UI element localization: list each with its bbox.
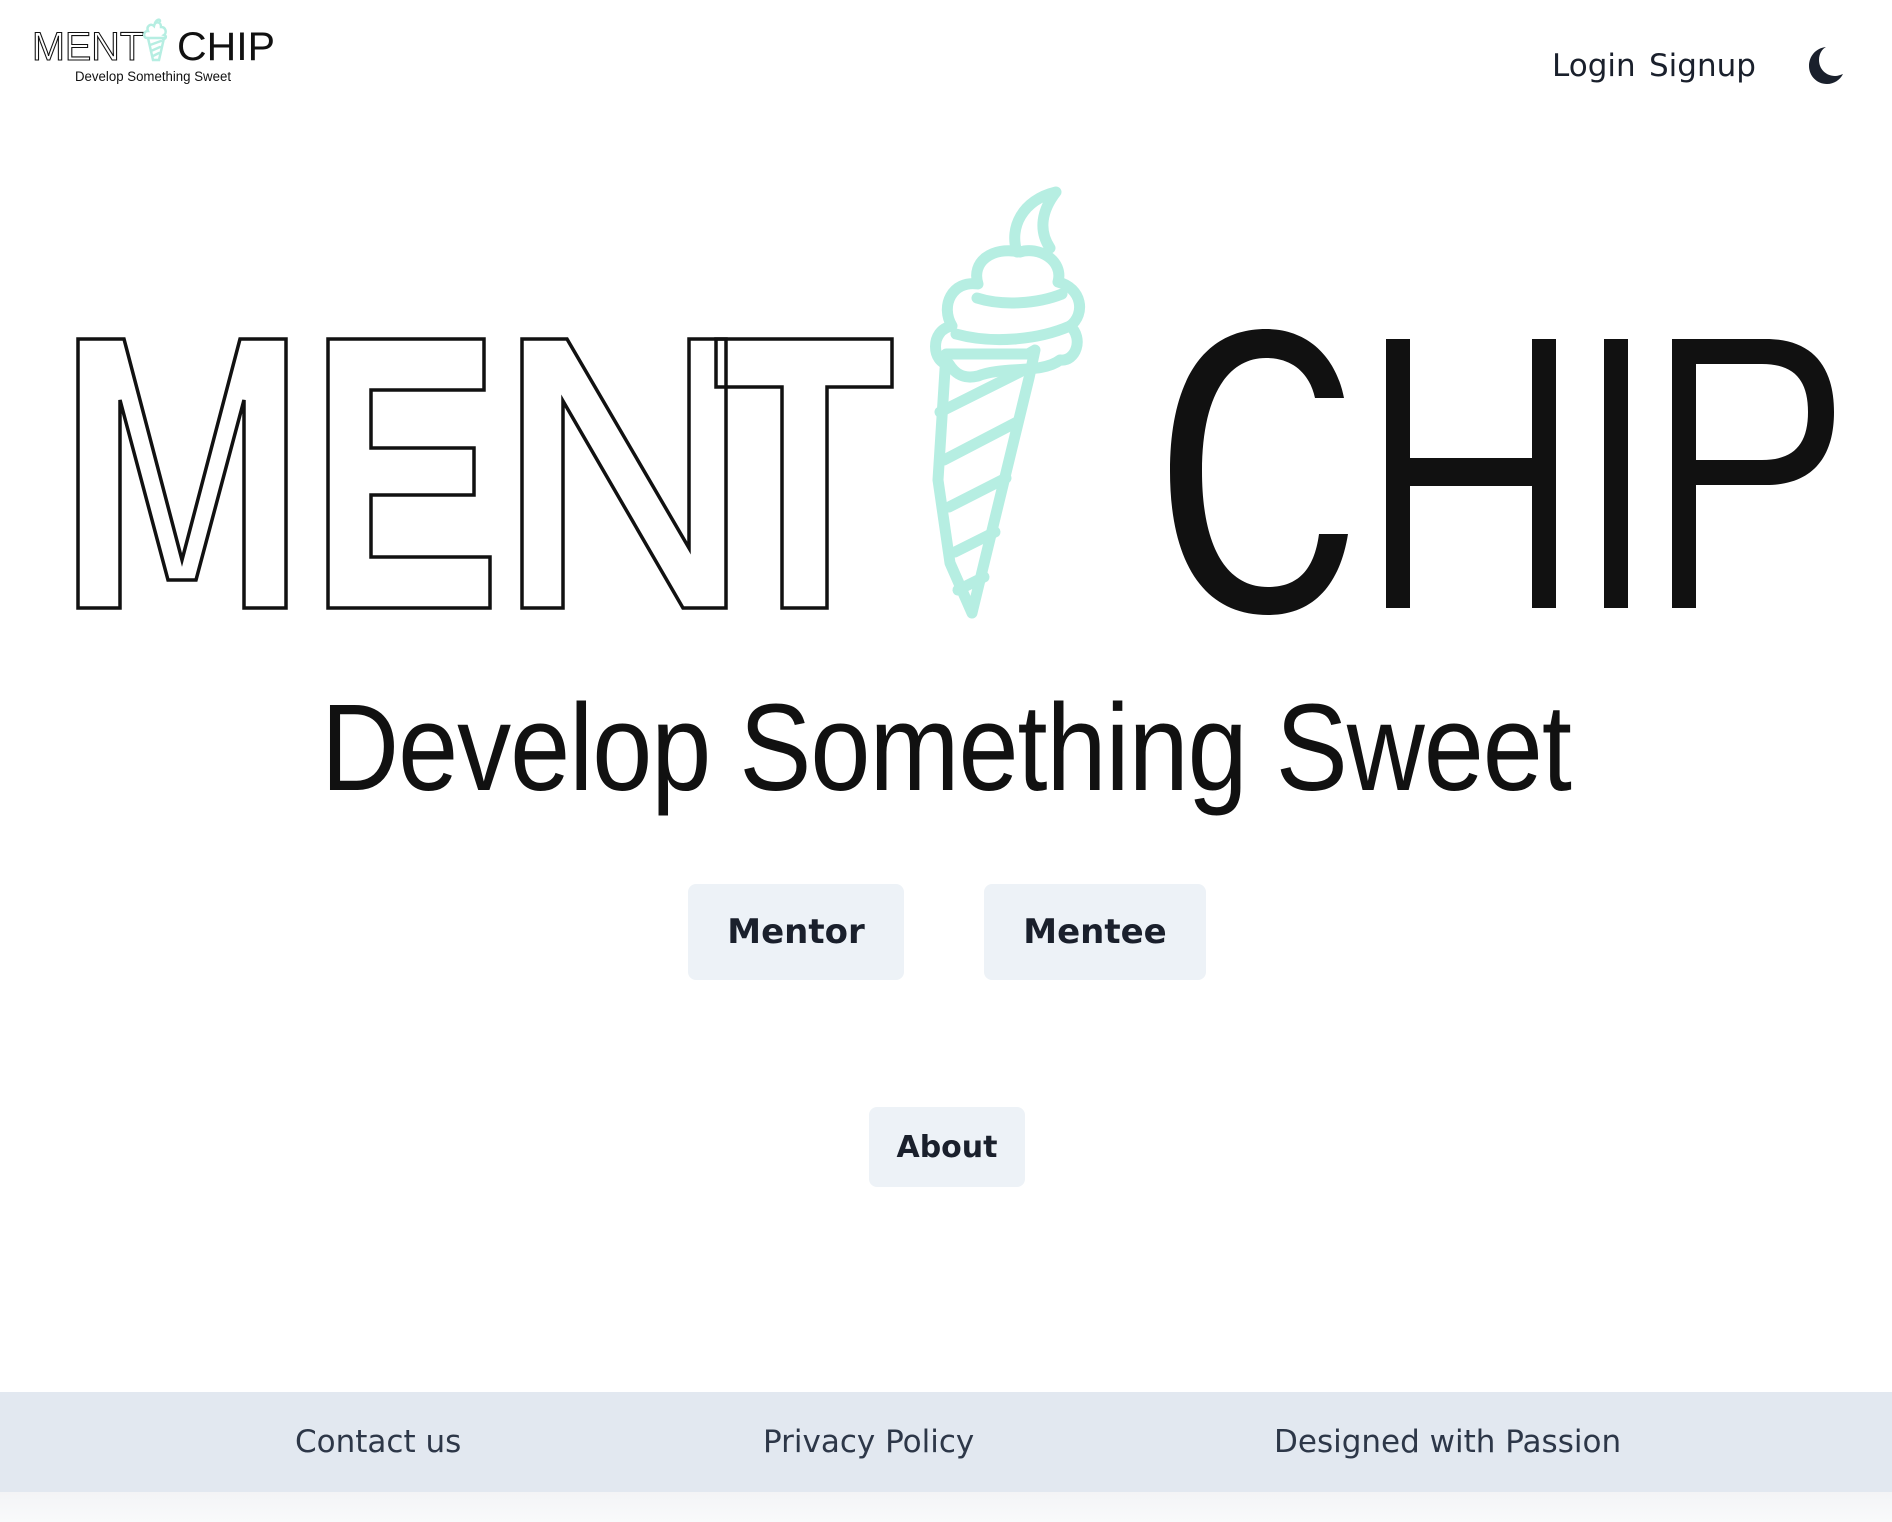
hero-tagline: Develop Something Sweet bbox=[321, 678, 1572, 817]
site-footer: Contact us Privacy Policy Designed with … bbox=[0, 1392, 1892, 1492]
theme-toggle-button[interactable] bbox=[1800, 41, 1848, 89]
signup-link[interactable]: Signup bbox=[1649, 44, 1756, 88]
login-link[interactable]: Login bbox=[1552, 44, 1636, 88]
contact-us-link[interactable]: Contact us bbox=[295, 1392, 461, 1492]
header-logo-icecream-icon bbox=[142, 18, 168, 62]
header-logo-ment: MENT bbox=[32, 25, 144, 69]
page-bottom-strip bbox=[0, 1492, 1892, 1522]
mentee-button[interactable]: Mentee bbox=[984, 884, 1206, 980]
privacy-policy-link[interactable]: Privacy Policy bbox=[763, 1392, 974, 1492]
hero-logo-icecream-icon bbox=[930, 186, 1085, 619]
about-button[interactable]: About bbox=[869, 1107, 1025, 1187]
header-logo[interactable]: MENT CHIP Develop Something Sweet bbox=[30, 18, 280, 93]
hero-logo-chip-solid bbox=[1170, 329, 1834, 615]
mentor-button[interactable]: Mentor bbox=[688, 884, 904, 980]
designed-with-passion-text: Designed with Passion bbox=[1274, 1424, 1622, 1460]
site-header: MENT CHIP Develop Something Sweet Login … bbox=[0, 0, 1892, 130]
header-logo-tagline: Develop Something Sweet bbox=[75, 69, 231, 84]
header-logo-chip: CHIP bbox=[177, 25, 275, 69]
moon-icon bbox=[1809, 47, 1843, 84]
hero-logo-ment-outline bbox=[76, 337, 894, 610]
